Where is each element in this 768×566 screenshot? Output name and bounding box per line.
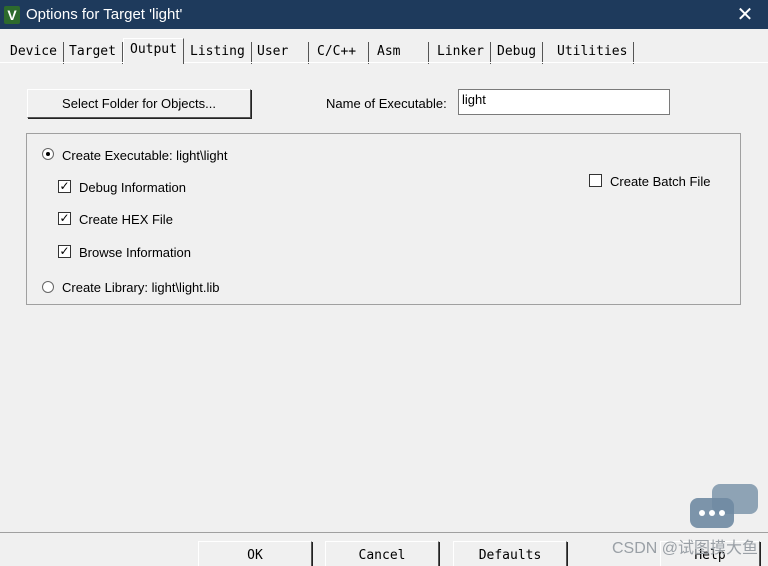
debug-info-checkbox[interactable]: ✓ — [58, 180, 71, 193]
create-hex-label: Create HEX File — [79, 212, 173, 227]
footer-divider — [0, 532, 768, 533]
create-exec-radio[interactable] — [42, 148, 54, 160]
name-exec-label: Name of Executable: — [326, 96, 447, 111]
window-title: Options for Target 'light' — [26, 6, 183, 23]
create-hex-checkbox[interactable]: ✓ — [58, 212, 71, 225]
tab-utilities[interactable]: Utilities — [551, 42, 635, 64]
create-batch-checkbox[interactable] — [589, 174, 602, 187]
browse-info-label: Browse Information — [79, 245, 191, 260]
defaults-button[interactable]: Defaults — [453, 541, 567, 566]
title-bar: V Options for Target 'light' ✕ — [0, 0, 768, 29]
tab-debug[interactable]: Debug — [491, 42, 544, 64]
create-lib-label: Create Library: light\light.lib — [62, 280, 220, 295]
tab-strip: Device Target Output Listing User C/C++ … — [0, 38, 768, 64]
tab-device[interactable]: Device — [4, 42, 64, 64]
chat-bubble-icon — [690, 484, 758, 528]
debug-info-label: Debug Information — [79, 180, 186, 195]
tab-listing[interactable]: Listing — [184, 42, 252, 64]
create-exec-label: Create Executable: light\light — [62, 148, 228, 163]
create-batch-label: Create Batch File — [610, 174, 711, 189]
tab-user[interactable]: User — [251, 42, 309, 64]
cancel-button[interactable]: Cancel — [325, 541, 439, 566]
ok-button[interactable]: OK — [198, 541, 312, 566]
close-icon[interactable]: ✕ — [722, 0, 768, 29]
tab-divider — [0, 62, 768, 63]
tab-asm[interactable]: Asm — [371, 42, 429, 64]
tab-cpp[interactable]: C/C++ — [311, 42, 369, 64]
create-lib-radio[interactable] — [42, 281, 54, 293]
tab-linker[interactable]: Linker — [431, 42, 491, 64]
name-exec-input[interactable]: light — [458, 89, 670, 115]
watermark: CSDN @试图摸大鱼 — [611, 540, 758, 557]
browse-info-checkbox[interactable]: ✓ — [58, 245, 71, 258]
tab-target[interactable]: Target — [63, 42, 123, 64]
select-folder-button[interactable]: Select Folder for Objects... — [27, 89, 251, 118]
tab-output[interactable]: Output — [123, 38, 184, 64]
app-icon: V — [4, 5, 20, 24]
